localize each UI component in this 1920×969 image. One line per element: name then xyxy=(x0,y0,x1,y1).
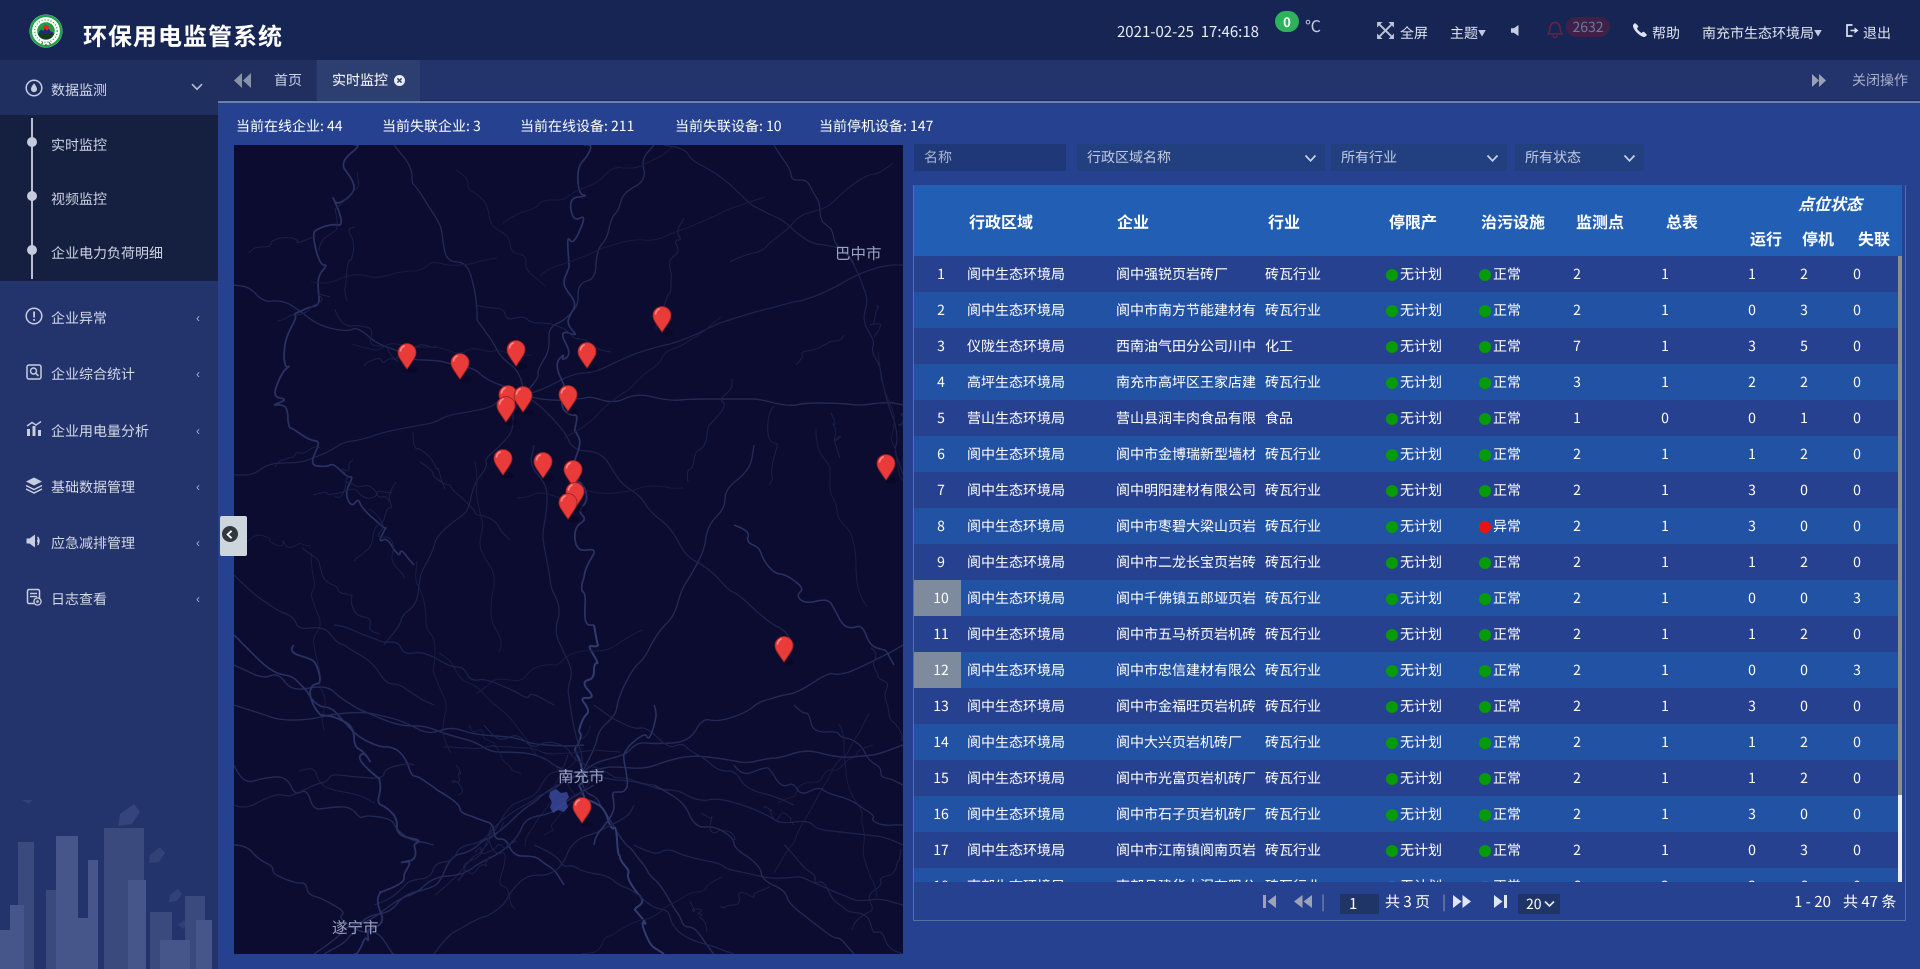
svg-text:南充市: 南充市 xyxy=(558,765,605,787)
svg-text:遂宁市: 遂宁市 xyxy=(332,916,379,938)
svg-text:巴中市: 巴中市 xyxy=(835,242,882,264)
